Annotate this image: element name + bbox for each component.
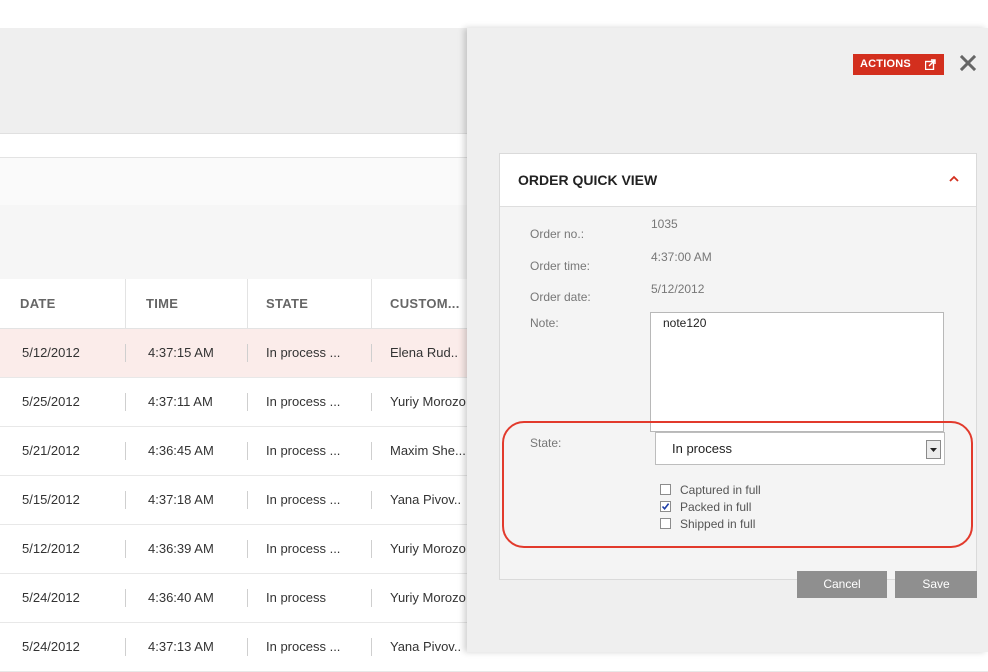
column-header-state[interactable]: STATE	[247, 279, 371, 328]
cell-time: 4:36:39 AM	[125, 540, 247, 558]
card-header: ORDER QUICK VIEW	[500, 154, 976, 207]
cell-time: 4:37:13 AM	[125, 638, 247, 656]
checkbox-icon[interactable]	[660, 484, 671, 495]
checkbox-label: Captured in full	[680, 482, 761, 497]
note-textarea[interactable]: note120	[650, 312, 944, 432]
external-link-icon	[925, 59, 936, 70]
order-date-value: 5/12/2012	[651, 282, 705, 296]
captured-in-full-checkbox[interactable]: Captured in full	[660, 482, 761, 497]
cell-state: In process ...	[247, 344, 371, 362]
actions-label: ACTIONS	[860, 58, 911, 70]
card-title: ORDER QUICK VIEW	[518, 172, 658, 188]
column-header-time[interactable]: TIME	[125, 279, 247, 328]
cell-date: 5/24/2012	[22, 639, 80, 654]
order-time-label: Order time:	[530, 259, 591, 273]
save-button[interactable]: Save	[895, 571, 977, 598]
dropdown-arrow-icon[interactable]	[926, 440, 941, 459]
note-label: Note:	[530, 316, 559, 330]
cell-state: In process ...	[247, 491, 371, 509]
cell-state: In process ...	[247, 540, 371, 558]
close-icon[interactable]	[957, 52, 979, 74]
cell-date: 5/12/2012	[22, 541, 80, 556]
packed-in-full-checkbox[interactable]: Packed in full	[660, 499, 751, 514]
order-date-label: Order date:	[530, 290, 591, 304]
actions-button[interactable]: ACTIONS	[853, 54, 944, 75]
cell-time: 4:37:18 AM	[125, 491, 247, 509]
state-select[interactable]: In process	[655, 432, 945, 465]
state-label: State:	[530, 436, 562, 450]
checkbox-icon[interactable]	[660, 518, 671, 529]
shipped-in-full-checkbox[interactable]: Shipped in full	[660, 516, 755, 531]
quick-view-panel: ACTIONS ORDER QUICK VIEW Order no.: 1035…	[467, 28, 988, 652]
order-quick-view-card: ORDER QUICK VIEW Order no.: 1035 Order t…	[499, 153, 977, 580]
order-no-value: 1035	[651, 217, 678, 231]
order-no-label: Order no.:	[530, 227, 585, 241]
cancel-button[interactable]: Cancel	[797, 571, 887, 598]
cell-date: 5/12/2012	[22, 345, 80, 360]
cell-time: 4:37:11 AM	[125, 393, 247, 411]
checkbox-label: Packed in full	[680, 499, 752, 514]
chevron-up-icon[interactable]	[947, 174, 961, 184]
cell-date: 5/15/2012	[22, 492, 80, 507]
cell-state: In process ...	[247, 442, 371, 460]
checked-checkbox-icon[interactable]	[660, 501, 671, 512]
checkbox-label: Shipped in full	[680, 516, 756, 531]
cell-date: 5/25/2012	[22, 394, 80, 409]
cell-time: 4:36:45 AM	[125, 442, 247, 460]
cell-state: In process ...	[247, 393, 371, 411]
column-header-date[interactable]: DATE	[0, 279, 125, 328]
cell-time: 4:36:40 AM	[125, 589, 247, 607]
cell-time: 4:37:15 AM	[125, 344, 247, 362]
cell-state: In process ...	[247, 638, 371, 656]
top-strip	[0, 0, 988, 28]
order-time-value: 4:37:00 AM	[651, 250, 712, 264]
state-select-value: In process	[672, 441, 732, 456]
cell-date: 5/21/2012	[22, 443, 80, 458]
cell-date: 5/24/2012	[22, 590, 80, 605]
cell-state: In process	[247, 589, 371, 607]
